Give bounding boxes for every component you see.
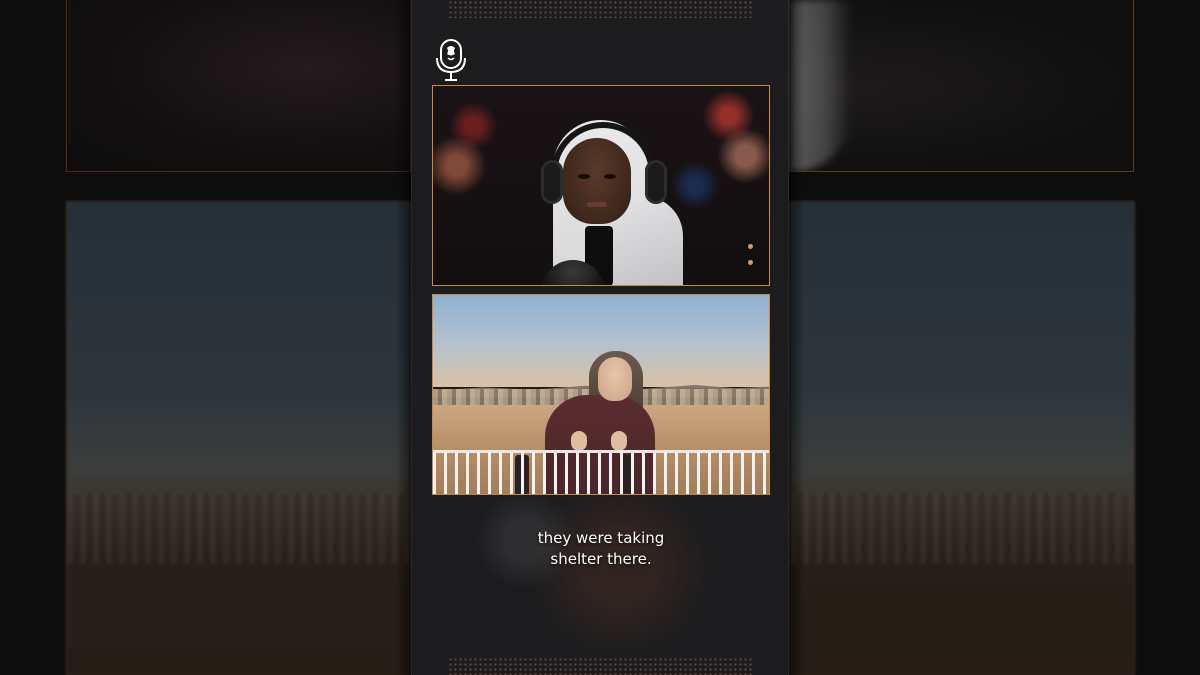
correspondent-video-frame — [432, 294, 770, 495]
subtitle-caption: they were taking shelter there. — [432, 528, 770, 570]
background-landscape-left — [66, 201, 411, 675]
podcast-microphone-logo-icon — [436, 39, 466, 81]
background-host-frame-blurred-right — [789, 0, 1134, 172]
background-landscape-right — [789, 201, 1135, 675]
reporter-hand-right — [611, 431, 627, 451]
headphone-cup-right — [645, 160, 667, 204]
reporter-hand-left — [571, 431, 587, 451]
video-player[interactable]: they were taking shelter there. — [0, 0, 1200, 675]
host-video-frame — [432, 85, 770, 286]
host-mouth — [587, 202, 607, 207]
subtitle-line-2: shelter there. — [550, 550, 652, 568]
balcony-railing — [433, 450, 769, 494]
background-dim-overlay — [67, 202, 410, 674]
collar-button — [748, 244, 753, 249]
vertical-video-column: they were taking shelter there. — [411, 0, 790, 675]
reporter-face — [598, 357, 632, 401]
headphone-cup-left — [541, 160, 563, 204]
column-shadow-left — [395, 0, 411, 675]
dot-pattern-bottom — [448, 657, 754, 675]
column-shadow-right — [789, 0, 805, 675]
subtitle-line-1: they were taking — [537, 529, 665, 547]
background-dim-overlay — [790, 202, 1134, 674]
dot-pattern-top — [448, 0, 754, 18]
collar-button — [748, 260, 753, 265]
background-host-frame-blurred — [66, 0, 411, 172]
